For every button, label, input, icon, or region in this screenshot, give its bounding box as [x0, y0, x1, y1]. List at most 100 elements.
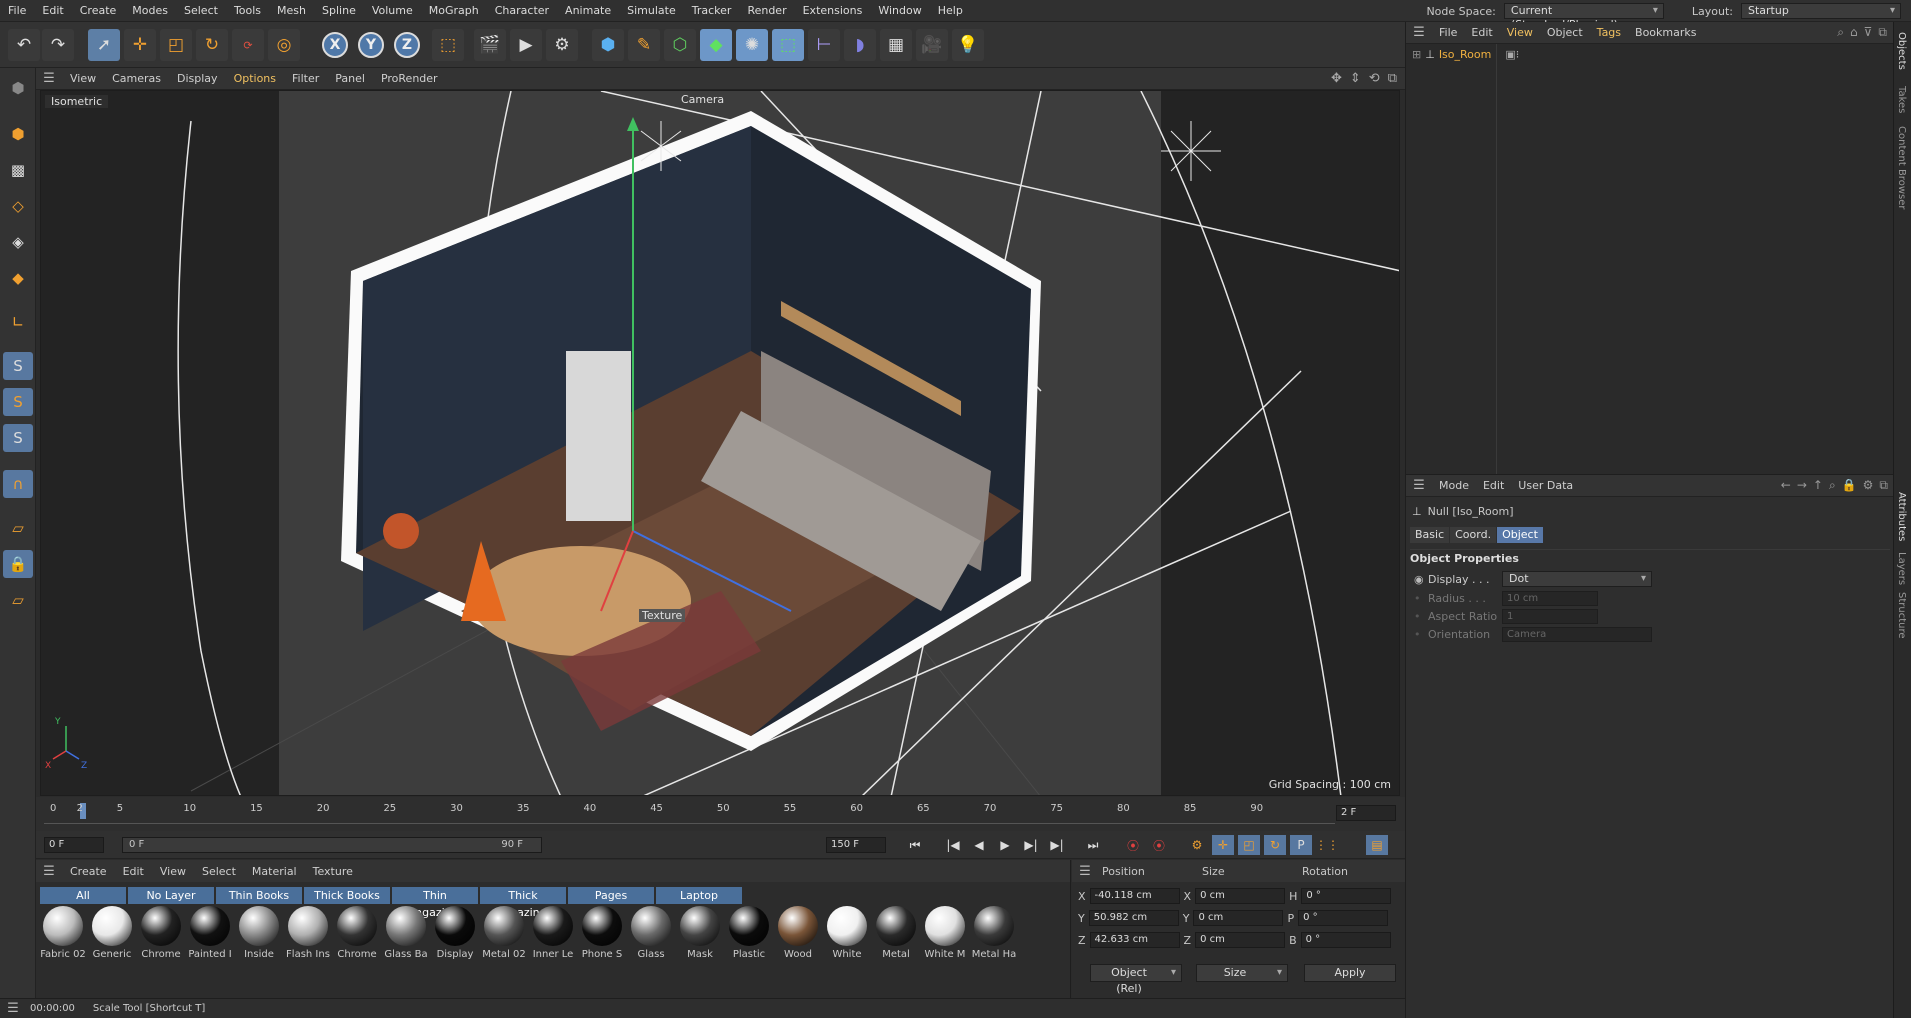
material-menu-texture[interactable]: Texture [305, 865, 361, 878]
viewport-menu-cameras[interactable]: Cameras [104, 72, 169, 85]
redo-icon[interactable]: ↷ [42, 29, 74, 61]
3d-viewport[interactable]: Isometric Camera Texture Grid Spacing : … [40, 90, 1400, 796]
move-tool-icon[interactable]: ✛ [124, 29, 156, 61]
key-parameter-icon[interactable]: P [1290, 835, 1312, 855]
settings-icon[interactable]: ⚙ [1863, 478, 1874, 493]
undo-icon[interactable]: ↶ [8, 29, 40, 61]
status-hamburger-icon[interactable]: ☰ [0, 1001, 26, 1016]
coordinate-mode-dropdown[interactable]: Object (Rel) [1090, 964, 1182, 995]
record-icon[interactable]: ⦿ [1122, 835, 1144, 855]
previous-key-icon[interactable]: |◀ [942, 835, 964, 855]
viewport-menu-display[interactable]: Display [169, 72, 226, 85]
layout-dropdown[interactable]: Startup [1741, 3, 1901, 19]
play-icon[interactable]: ▶ [994, 835, 1016, 855]
menu-file[interactable]: File [0, 0, 34, 22]
material-hamburger-icon[interactable]: ☰ [36, 864, 62, 879]
workplane-icon[interactable]: ▱ [3, 514, 33, 542]
menu-simulate[interactable]: Simulate [619, 0, 684, 22]
rotation-h-field[interactable]: 0 ° [1301, 888, 1392, 904]
make-editable-icon[interactable]: ⬢ [3, 74, 33, 102]
mograph-cloner-icon[interactable]: ✺ [736, 29, 768, 61]
tab-object[interactable]: Object [1497, 527, 1543, 543]
material-swatch[interactable]: Painted I [187, 906, 233, 960]
viewport-menu-panel[interactable]: Panel [327, 72, 373, 85]
material-swatch[interactable]: White [824, 906, 870, 960]
material-menu-view[interactable]: View [152, 865, 194, 878]
autokey-icon[interactable]: ⦿ [1148, 835, 1170, 855]
z-axis-lock-icon[interactable]: Z [394, 32, 420, 58]
lock-icon[interactable]: 🔒 [1842, 478, 1857, 493]
material-swatch[interactable]: Mask [677, 906, 723, 960]
camera-icon[interactable]: 🎥 [916, 29, 948, 61]
menu-animate[interactable]: Animate [557, 0, 619, 22]
menu-tools[interactable]: Tools [226, 0, 269, 22]
objects-hamburger-icon[interactable]: ☰ [1406, 25, 1432, 40]
node-space-dropdown[interactable]: Current (Standard/Physical) [1503, 3, 1664, 31]
object-name[interactable]: Iso_Room [1439, 48, 1492, 61]
viewport-menu-prorender[interactable]: ProRender [373, 72, 446, 85]
objects-menu-tags[interactable]: Tags [1590, 26, 1628, 39]
floor-icon[interactable]: ▦ [880, 29, 912, 61]
end-frame-field[interactable]: 150 F [826, 837, 886, 853]
material-swatch[interactable]: Phone S [579, 906, 625, 960]
side-tab-content-browser[interactable]: Content Browser [1896, 126, 1907, 209]
coordinate-system-icon[interactable]: ⬚ [432, 29, 464, 61]
back-icon[interactable]: ← [1781, 478, 1791, 493]
recent-tools-icon[interactable]: ⟳ [232, 29, 264, 61]
menu-render[interactable]: Render [739, 0, 794, 22]
attributes-menu-edit[interactable]: Edit [1476, 479, 1511, 492]
key-pla-icon[interactable]: ⋮⋮ [1315, 835, 1339, 855]
side-tab-takes[interactable]: Takes [1896, 86, 1907, 113]
material-menu-edit[interactable]: Edit [115, 865, 152, 878]
material-swatch[interactable]: Glass Ba [383, 906, 429, 960]
menu-create[interactable]: Create [72, 0, 125, 22]
key-scale-icon[interactable]: ◰ [1238, 835, 1260, 855]
current-frame-field[interactable]: 2 F [1336, 805, 1396, 821]
generator-icon[interactable]: ◆ [700, 29, 732, 61]
size-mode-dropdown[interactable]: Size [1196, 964, 1288, 982]
render-picture-viewer-icon[interactable]: ▶ [510, 29, 542, 61]
attributes-hamburger-icon[interactable]: ☰ [1406, 478, 1432, 493]
go-to-start-icon[interactable]: ⏮ [904, 835, 926, 855]
point-mode-icon[interactable]: ◇ [3, 192, 33, 220]
menu-modes[interactable]: Modes [124, 0, 176, 22]
tag-thick-books[interactable]: Thick Books [304, 887, 390, 904]
material-swatch[interactable]: Metal [873, 906, 919, 960]
maximize-icon[interactable]: ⧉ [1388, 71, 1397, 86]
material-swatch[interactable]: Metal 02 [481, 906, 527, 960]
rotation-b-field[interactable]: 0 ° [1300, 932, 1391, 948]
tab-coord[interactable]: Coord. [1450, 527, 1497, 543]
visibility-icon[interactable]: ▣⁝ [1505, 48, 1519, 61]
side-tab-objects[interactable]: Objects [1896, 32, 1907, 70]
material-swatch[interactable]: Inner Le [530, 906, 576, 960]
position-x-field[interactable]: -40.118 cm [1089, 888, 1180, 904]
key-rotation-icon[interactable]: ↻ [1264, 835, 1286, 855]
material-swatch[interactable]: Fabric 02 [40, 906, 86, 960]
next-frame-icon[interactable]: ▶| [1020, 835, 1042, 855]
viewport-menu-options[interactable]: Options [226, 72, 284, 85]
rotate-tool-icon[interactable]: ↻ [196, 29, 228, 61]
render-settings-icon[interactable]: ⚙ [546, 29, 578, 61]
menu-window[interactable]: Window [870, 0, 929, 22]
menu-select[interactable]: Select [176, 0, 226, 22]
objects-menu-view[interactable]: View [1500, 26, 1540, 39]
size-z-field[interactable]: 0 cm [1195, 932, 1286, 948]
polygon-mode-icon[interactable]: ◆ [3, 264, 33, 292]
material-swatch[interactable]: Chrome [334, 906, 380, 960]
expand-icon[interactable]: ⊞ [1412, 48, 1421, 61]
attributes-menu-mode[interactable]: Mode [1432, 479, 1476, 492]
material-swatch[interactable]: Flash Ins [285, 906, 331, 960]
material-swatch[interactable]: Inside [236, 906, 282, 960]
tag-thick-magazines[interactable]: Thick Magazines [480, 887, 566, 919]
position-y-field[interactable]: 50.982 cm [1088, 910, 1179, 926]
frame-range-slider[interactable]: 0 F 90 F [122, 837, 542, 853]
side-tab-layers[interactable]: Layers [1896, 552, 1907, 585]
viewport-menu-filter[interactable]: Filter [284, 72, 327, 85]
attributes-menu-user-data[interactable]: User Data [1511, 479, 1580, 492]
planar-workplane-icon[interactable]: ▱ [3, 586, 33, 614]
tag-no-layer[interactable]: No Layer [128, 887, 214, 904]
tag-laptop[interactable]: Laptop [656, 887, 742, 904]
material-swatch[interactable]: Wood [775, 906, 821, 960]
material-swatch[interactable]: White M [922, 906, 968, 960]
field-icon[interactable]: ⊢ [808, 29, 840, 61]
